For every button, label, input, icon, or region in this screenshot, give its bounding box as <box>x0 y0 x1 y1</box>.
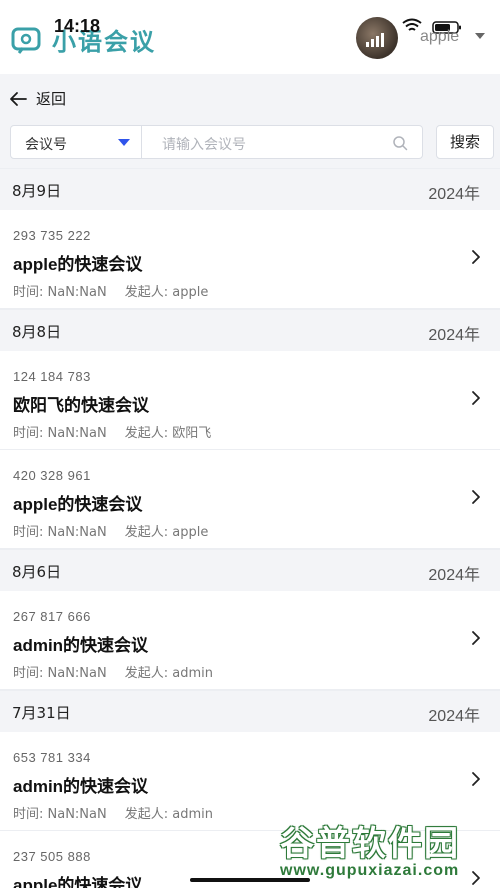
meeting-title: admin的快速会议 <box>13 636 149 655</box>
arrow-left-icon <box>10 91 27 106</box>
meeting-host: 发起人: apple <box>124 285 209 300</box>
meeting-meta: 时间: NaN:NaN 发起人: 欧阳飞 <box>13 422 211 441</box>
search-type-select[interactable]: 会议号 <box>10 125 142 159</box>
meeting-host: 发起人: apple <box>124 525 209 540</box>
meeting-list-item[interactable]: 420 328 961 apple的快速会议时间: NaN:NaN 发起人: app… <box>0 450 500 549</box>
date-group-header: 8月6日 2024年 <box>0 549 500 591</box>
logo-icon <box>11 27 41 54</box>
meeting-title: 欧阳飞的快速会议 <box>13 396 149 415</box>
search-type-value: 会议号 <box>25 137 67 153</box>
status-time: 14:18 <box>54 16 101 36</box>
meeting-time: 时间: NaN:NaN <box>13 525 107 540</box>
group-year: 2024年 <box>428 327 480 344</box>
date-group-header: 8月8日 2024年 <box>0 309 500 351</box>
group-date: 8月6日 <box>12 563 62 581</box>
meeting-title: apple的快速会议 <box>13 255 143 274</box>
meeting-title: admin的快速会议 <box>13 777 149 796</box>
meeting-time: 时间: NaN:NaN <box>13 285 107 300</box>
watermark: 谷普软件园 www.gupuxiazai.com <box>276 816 500 888</box>
search-placeholder: 请输入会议号 <box>162 137 246 153</box>
back-label: 返回 <box>36 90 67 108</box>
meeting-id: 124 184 783 <box>13 369 91 384</box>
chevron-right-icon <box>472 391 480 405</box>
user-name[interactable]: apple <box>420 28 459 46</box>
meeting-meta: 时间: NaN:NaN 发起人: apple <box>13 281 208 300</box>
meeting-list-item[interactable]: 124 184 783 欧阳飞的快速会议时间: NaN:NaN 发起人: 欧阳飞 <box>0 351 500 450</box>
meeting-id: 293 735 222 <box>13 228 91 243</box>
meeting-meta: 时间: NaN:NaN 发起人: admin <box>13 662 213 681</box>
watermark-title: 谷普软件园 <box>280 824 460 864</box>
caret-down-icon[interactable] <box>474 30 486 42</box>
search-button[interactable]: 搜索 <box>436 125 494 159</box>
meeting-time: 时间: NaN:NaN <box>13 666 107 681</box>
meeting-list-item[interactable]: 267 817 666 admin的快速会议时间: NaN:NaN 发起人: adm… <box>0 591 500 690</box>
wifi-icon <box>402 18 422 31</box>
meeting-time: 时间: NaN:NaN <box>13 807 107 822</box>
meeting-id: 267 817 666 <box>13 609 91 624</box>
meeting-list-item[interactable]: 293 735 222 apple的快速会议时间: NaN:NaN 发起人: app… <box>0 210 500 309</box>
meeting-host: 发起人: admin <box>124 807 213 822</box>
chevron-right-icon <box>472 490 480 504</box>
group-year: 2024年 <box>428 708 480 725</box>
meeting-id: 653 781 334 <box>13 750 91 765</box>
meeting-list: 8月9日 2024年 293 735 222 apple的快速会议 时间: NaN:Na… <box>0 168 500 888</box>
meeting-title: apple的快速会议 <box>13 495 143 514</box>
nav-bar: 返回 <box>0 74 500 124</box>
back-button[interactable]: 返回 <box>8 88 66 109</box>
group-date: 8月8日 <box>12 323 62 341</box>
meeting-host: 发起人: admin <box>124 666 213 681</box>
chevron-right-icon <box>472 631 480 645</box>
group-year: 2024年 <box>428 186 480 203</box>
signal-icon <box>366 33 384 47</box>
date-group-header: 7月31日 2024年 <box>0 690 500 732</box>
chevron-right-icon <box>472 772 480 786</box>
caret-down-icon <box>118 139 130 146</box>
meeting-id: 237 505 888 <box>13 849 91 864</box>
group-date: 7月31日 <box>12 704 71 722</box>
search-icon <box>393 136 408 151</box>
search-bar: 会议号 请输入会议号 搜索 <box>0 118 500 168</box>
home-indicator <box>190 878 310 882</box>
meeting-time: 时间: NaN:NaN <box>13 426 107 441</box>
meeting-id: 420 328 961 <box>13 468 91 483</box>
meeting-meta: 时间: NaN:NaN 发起人: apple <box>13 521 208 540</box>
meeting-host: 发起人: 欧阳飞 <box>124 426 212 441</box>
date-group-header: 8月9日 2024年 <box>0 168 500 210</box>
meeting-number-input[interactable]: 请输入会议号 <box>141 125 423 159</box>
group-date: 8月9日 <box>12 182 62 200</box>
chevron-right-icon <box>472 250 480 264</box>
group-year: 2024年 <box>428 567 480 584</box>
app-header: 小语会议 14:18 apple <box>0 0 500 74</box>
meeting-meta: 时间: NaN:NaN 发起人: admin <box>13 803 213 822</box>
avatar[interactable] <box>356 17 398 59</box>
meeting-title: apple的快速会议 <box>13 876 143 888</box>
